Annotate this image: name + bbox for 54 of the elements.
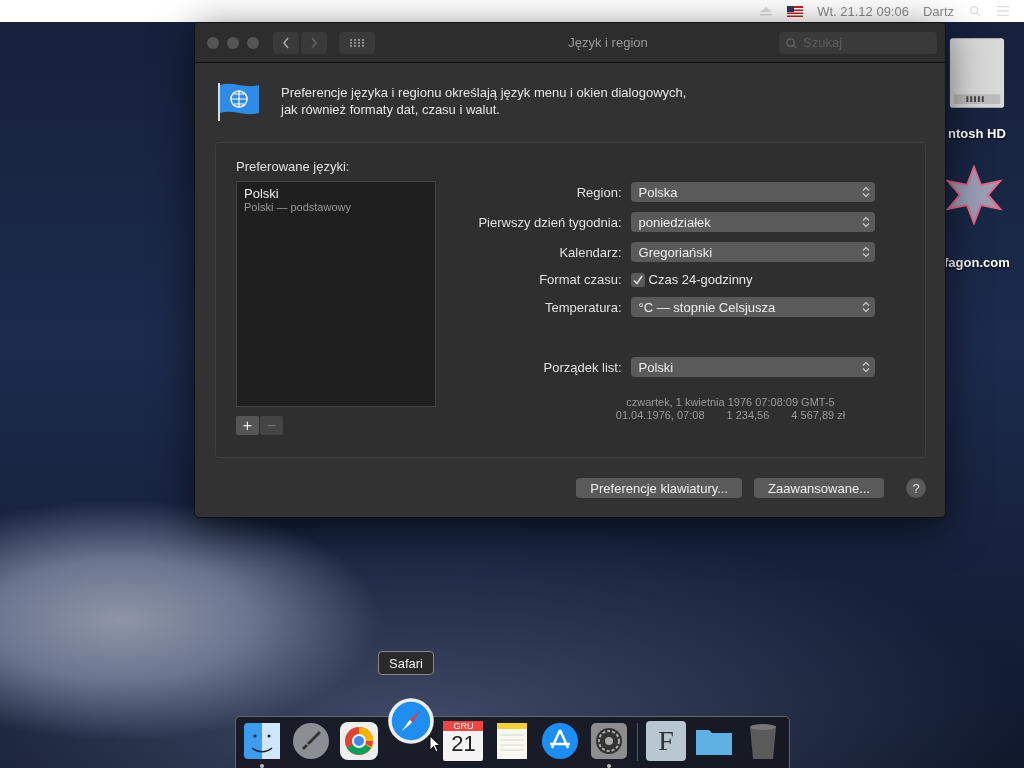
push-button[interactable]: Preferencje klawiatury... — [576, 478, 743, 498]
popup-select[interactable]: Gregoriański — [630, 242, 875, 262]
window-title: Język i region — [567, 35, 649, 50]
description-text: Preferencje języka i regionu określają język menu i okien dialogowych, jak również formaty dat, czasu i walut. — [281, 84, 687, 118]
popup-select[interactable]: poniedziałek — [630, 212, 875, 232]
menu-clock[interactable]: Wt. 21.12 09:06 — [817, 3, 909, 19]
setting-label: Format czasu: — [538, 272, 622, 287]
add-button[interactable]: + — [236, 416, 259, 435]
grid-icon — [349, 37, 365, 48]
currency-sample: 4 567,89 zł — [791, 409, 846, 421]
setting-label: Kalendarz: — [558, 244, 622, 260]
desktop-icon-label[interactable]: ntosh HD — [948, 126, 1006, 141]
show-all-button[interactable] — [339, 31, 375, 54]
updown-icon — [861, 246, 870, 258]
search-icon — [785, 36, 798, 50]
language-name: Polski — [244, 186, 280, 201]
dock-tooltip: Safari — [378, 651, 434, 675]
setting-label: Pierwszy dzień tygodnia: — [478, 214, 622, 230]
app-store-icon[interactable] — [540, 721, 581, 761]
updown-icon — [861, 301, 870, 313]
language-detail: Polski — podstawowy — [244, 201, 352, 213]
checkbox-label[interactable]: Czas 24-godzinny — [648, 272, 753, 287]
updown-icon — [861, 361, 870, 373]
popup-select[interactable]: Polski — [630, 357, 875, 377]
smiling-face-icon[interactable] — [242, 721, 283, 761]
checkmark-icon — [631, 273, 644, 286]
menu-user[interactable]: Dartz — [922, 3, 954, 19]
setting-label: Region: — [575, 184, 622, 200]
gear-icon[interactable] — [588, 721, 629, 761]
compass-icon[interactable] — [387, 697, 436, 745]
popup-select[interactable]: °C — stopnie Celsjusza — [630, 297, 875, 317]
chevron-left-icon — [281, 35, 291, 50]
globe-flag-icon — [217, 81, 261, 121]
date-sample: 01.04.1976, 07:08 — [615, 409, 705, 421]
language-item[interactable]: Polski Polski — podstawowy — [244, 186, 428, 213]
help-button[interactable]: ? — [906, 478, 926, 498]
flag-icon[interactable] — [787, 5, 804, 17]
checkbox[interactable] — [630, 272, 645, 287]
chevron-right-icon — [309, 35, 319, 50]
languages-heading: Preferowane języki: — [236, 159, 351, 174]
popup-select[interactable]: Polska — [630, 182, 875, 202]
desktop-icon-label[interactable]: fagon.com — [944, 255, 1010, 270]
mouse-cursor-icon — [429, 735, 441, 753]
push-button[interactable]: Zaawansowane... — [754, 478, 884, 498]
setting-label: Temperatura: — [543, 299, 622, 315]
calendar-icon[interactable]: GRU 21 — [443, 721, 484, 761]
back-button[interactable] — [273, 31, 299, 54]
font-file-icon[interactable]: F — [646, 721, 687, 761]
date-sample: czwartek, 1 kwietnia 1976 07:08:09 GMT-5 — [626, 396, 835, 408]
browser-icon[interactable] — [339, 721, 379, 761]
setting-label: Porządek list: — [542, 359, 622, 375]
updown-icon — [861, 216, 870, 228]
number-sample: 1 234,56 — [726, 409, 770, 421]
updown-icon — [861, 186, 870, 198]
